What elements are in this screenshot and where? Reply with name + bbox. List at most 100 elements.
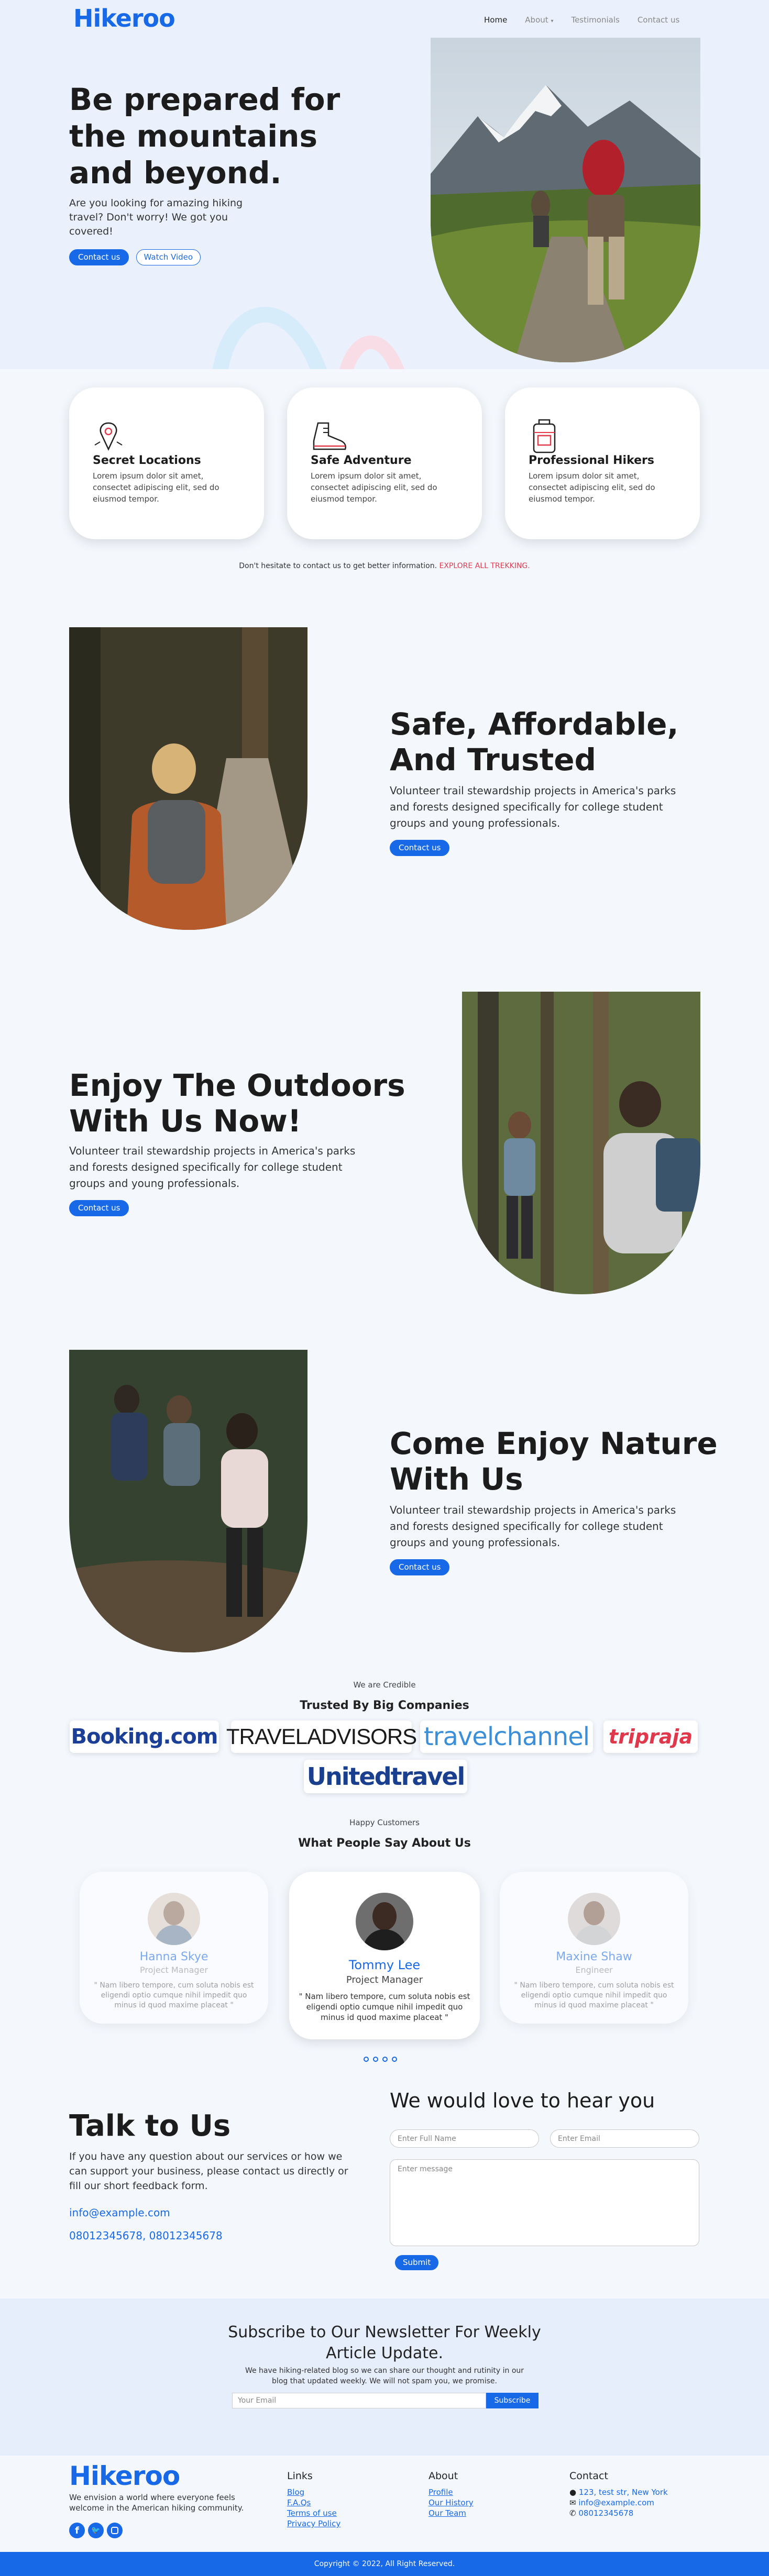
footer-link-team[interactable]: Our Team — [429, 2508, 474, 2518]
traveladvisors-logo: TRAVELADVISORS — [226, 1720, 417, 1753]
testimonial-name: Maxine Shaw — [556, 1950, 632, 1963]
section-title-line: With Us Now! — [69, 1103, 302, 1139]
testimonial-quote: " Nam libero tempore, cum soluta nobis e… — [500, 1981, 688, 2011]
feature-title: Secret Locations — [93, 454, 201, 467]
newsletter-text-line: We have hiking-related blog so we can sh… — [245, 2367, 524, 2375]
testimonials-title: What People Say About Us — [298, 1837, 471, 1850]
contact-text: If you have any question about our servi… — [69, 2149, 348, 2193]
traveladvisors-logo-text: TRAVELADVISORS — [226, 1724, 417, 1749]
newsletter-text-line: blog that updated weekly. We will not sp… — [272, 2377, 497, 2385]
nav-testimonials[interactable]: Testimonials — [571, 15, 619, 25]
section-text-line: Volunteer trail stewardship projects in … — [390, 784, 676, 797]
instagram-icon[interactable] — [107, 2523, 123, 2538]
nav-about[interactable]: About ▾ — [525, 15, 553, 25]
cta-line: Don't hesitate to contact us to get bett… — [0, 562, 769, 570]
email-input[interactable]: Enter Email — [550, 2129, 699, 2148]
feature-text-line: Lorem ipsum dolor sit amet, — [529, 471, 640, 481]
footer-link-profile[interactable]: Profile — [429, 2487, 474, 2497]
contact-text-line: If you have any question about our servi… — [69, 2151, 343, 2162]
newsletter-title-line: Subscribe to Our Newsletter For Weekly — [228, 2323, 541, 2341]
section-title-line: With Us — [390, 1461, 523, 1497]
footer-address-text: 123, test str, New York — [578, 2488, 668, 2497]
footer-email-text: info@example.com — [578, 2498, 654, 2507]
section-text: Volunteer trail stewardship projects in … — [390, 783, 676, 831]
carousel-dot[interactable] — [392, 2057, 397, 2062]
footer-links-title: Links — [287, 2470, 313, 2482]
section-title-line: Come Enjoy Nature — [390, 1426, 718, 1461]
full-name-input[interactable]: Enter Full Name — [390, 2129, 539, 2148]
twitter-icon[interactable]: 🐦 — [88, 2523, 104, 2538]
testimonials-eyebrow: Happy Customers — [349, 1818, 420, 1827]
contact-us-button[interactable]: Contact us — [390, 1559, 450, 1575]
carousel-dot[interactable] — [373, 2057, 378, 2062]
footer-phone[interactable]: ✆ 08012345678 — [569, 2508, 668, 2518]
group-hikers-image — [69, 1350, 307, 1652]
contact-email-link[interactable]: info@example.com — [69, 2206, 170, 2219]
hero-subtitle-line: covered! — [69, 226, 113, 237]
location-icon: ● — [569, 2488, 577, 2497]
hiker-forest-image — [69, 627, 307, 930]
carousel-dot[interactable] — [364, 2057, 369, 2062]
footer-logo[interactable]: Hikeroo — [69, 2461, 180, 2491]
watch-video-button[interactable]: Watch Video — [136, 249, 201, 265]
testimonial-quote-line: " Nam libero tempore, cum soluta nobis e… — [514, 1981, 674, 1990]
explore-trekking-link[interactable]: EXPLORE ALL TREKKING. — [439, 562, 530, 570]
feature-text: Lorem ipsum dolor sit amet, consectet adi… — [93, 470, 219, 505]
partners-title: Trusted By Big Companies — [300, 1699, 469, 1712]
testimonial-quote-line: minus id quod maxime placeat " — [114, 2001, 234, 2009]
section-title: Come Enjoy Nature With Us — [390, 1426, 718, 1497]
footer-link-faqs[interactable]: F.A.Qs — [287, 2497, 340, 2508]
contact-us-button[interactable]: Contact us — [390, 840, 450, 856]
section-text: Volunteer trail stewardship projects in … — [390, 1502, 676, 1551]
contact-text-line: can support your business, please contac… — [69, 2166, 348, 2177]
footer-link-history[interactable]: Our History — [429, 2497, 474, 2508]
testimonial-quote-line: minus id quod maxime placeat " — [321, 2013, 448, 2022]
testimonial-name: Tommy Lee — [348, 1958, 421, 1972]
feature-text-line: eiusmod tempor. — [93, 494, 159, 504]
contact-phones: 08012345678, 08012345678 — [69, 2229, 223, 2242]
subscribe-button[interactable]: Subscribe — [486, 2393, 539, 2408]
hero-title-line: Be prepared for — [69, 82, 340, 117]
message-textarea[interactable]: Enter message — [390, 2159, 699, 2246]
submit-button[interactable]: Submit — [395, 2255, 439, 2270]
section-title: Enjoy The Outdoors With Us Now! — [69, 1068, 405, 1139]
tripraja-logo-text: tripraja — [608, 1725, 693, 1748]
newsletter-email-input[interactable]: Your Email — [232, 2393, 486, 2408]
copyright-bar: Copyright © 2022, All Right Reserved. — [0, 2552, 769, 2576]
contact-us-button[interactable]: Contact us — [69, 249, 129, 265]
feature-title: Professional Hikers — [529, 454, 654, 467]
unitedtravel-logo: Unitedtravel — [304, 1760, 467, 1793]
testimonial-card: Hanna Skye Project Manager " Nam libero … — [80, 1872, 268, 2024]
hero-title-line: and beyond. — [69, 155, 282, 191]
backpack-icon — [533, 419, 556, 453]
hero-actions: Contact us Watch Video — [69, 249, 201, 265]
carousel-dot[interactable] — [382, 2057, 388, 2062]
footer-link-privacy[interactable]: Privacy Policy — [287, 2518, 340, 2529]
nav-home[interactable]: Home — [484, 15, 507, 25]
newsletter-title-line: Article Update. — [326, 2344, 443, 2362]
feature-text-line: eiusmod tempor. — [311, 494, 377, 504]
feature-card: Professional Hikers Lorem ipsum dolor si… — [505, 387, 700, 539]
section-text-line: groups and young professionals. — [390, 1536, 561, 1549]
brand-logo[interactable]: Hikeroo — [73, 4, 175, 32]
facebook-icon[interactable]: f — [69, 2523, 85, 2538]
footer-link-terms[interactable]: Terms of use — [287, 2508, 340, 2518]
footer-tagline-line: We envision a world where everyone feels — [69, 2493, 235, 2502]
testimonial-role: Engineer — [575, 1965, 613, 1975]
section-text-line: groups and young professionals. — [69, 1177, 240, 1190]
nav-contact[interactable]: Contact us — [638, 15, 679, 25]
main-nav: Home About ▾ Testimonials Contact us — [466, 15, 679, 25]
unitedtravel-logo-text: Unitedtravel — [306, 1762, 466, 1791]
testimonial-quote-line: eligendi optio cumque nihil impedit quo — [101, 1991, 247, 2000]
footer-links-list: Blog F.A.Qs Terms of use Privacy Policy — [287, 2487, 340, 2529]
footer-email[interactable]: ✉ info@example.com — [569, 2497, 668, 2508]
section-text-line: and forests designed specifically for co… — [390, 1520, 663, 1533]
travelchannel-logo: travelchannel — [420, 1720, 593, 1753]
contact-us-button[interactable]: Contact us — [69, 1200, 129, 1216]
feature-title: Safe Adventure — [311, 454, 412, 467]
footer-about-list: Profile Our History Our Team — [429, 2487, 474, 2518]
hiking-boot-icon — [313, 422, 346, 450]
newsletter-text: We have hiking-related blog so we can sh… — [0, 2366, 769, 2386]
footer-link-blog[interactable]: Blog — [287, 2487, 340, 2497]
section-title-line: Safe, Affordable, — [390, 706, 679, 742]
